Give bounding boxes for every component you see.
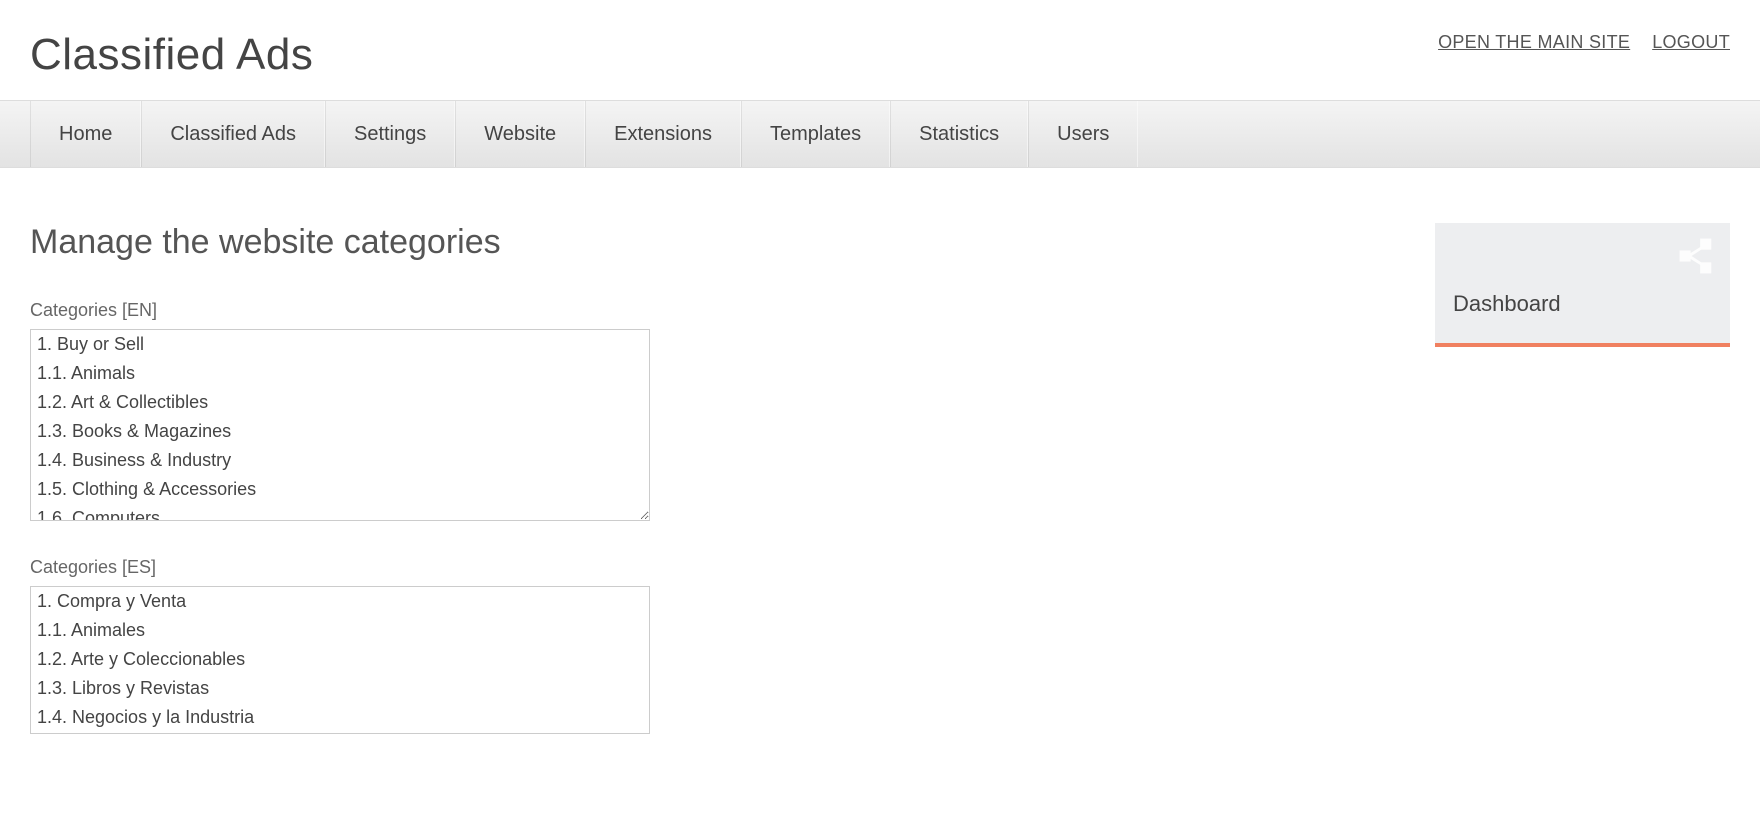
list-item[interactable]: 1.3. Libros y Revistas <box>31 674 649 703</box>
categories-en-label: Categories [EN] <box>30 300 1395 321</box>
top-bar: Classified Ads OPEN THE MAIN SITE LOGOUT <box>0 0 1760 100</box>
nav-website[interactable]: Website <box>455 101 585 167</box>
list-item[interactable]: 1.4. Negocios y la Industria <box>31 703 649 732</box>
logout-link[interactable]: LOGOUT <box>1652 32 1730 53</box>
nav-statistics[interactable]: Statistics <box>890 101 1028 167</box>
categories-es-listbox[interactable]: 1. Compra y Venta 1.1. Animales 1.2. Art… <box>30 586 650 734</box>
nav-home[interactable]: Home <box>30 101 141 167</box>
list-item[interactable]: 1.6. Computers <box>31 504 649 521</box>
top-links: OPEN THE MAIN SITE LOGOUT <box>1438 32 1730 53</box>
page-title: Manage the website categories <box>30 223 1395 262</box>
list-item[interactable]: 1.5. Clothing & Accessories <box>31 475 649 504</box>
categories-es-label: Categories [ES] <box>30 557 1395 578</box>
list-item[interactable]: 1.4. Business & Industry <box>31 446 649 475</box>
list-item[interactable]: 1.1. Animals <box>31 359 649 388</box>
open-main-site-link[interactable]: OPEN THE MAIN SITE <box>1438 32 1630 53</box>
side-column: Dashboard <box>1435 223 1730 347</box>
categories-en-listbox[interactable]: 1. Buy or Sell 1.1. Animals 1.2. Art & C… <box>30 329 650 521</box>
dashboard-title: Dashboard <box>1453 291 1712 317</box>
list-item[interactable]: 1.2. Art & Collectibles <box>31 388 649 417</box>
nav-users[interactable]: Users <box>1028 101 1138 167</box>
categories-es-wrap: 1. Compra y Venta 1.1. Animales 1.2. Art… <box>30 586 650 734</box>
dashboard-card[interactable]: Dashboard <box>1435 223 1730 347</box>
main-column: Manage the website categories Categories… <box>30 223 1395 734</box>
list-item[interactable]: 1.3. Books & Magazines <box>31 417 649 446</box>
list-item[interactable]: 1.2. Arte y Coleccionables <box>31 645 649 674</box>
nav-settings[interactable]: Settings <box>325 101 455 167</box>
list-item[interactable]: 1. Compra y Venta <box>31 587 649 616</box>
list-item[interactable]: 1.1. Animales <box>31 616 649 645</box>
nav-templates[interactable]: Templates <box>741 101 890 167</box>
list-item[interactable]: 1. Buy or Sell <box>31 330 649 359</box>
nav-classified-ads[interactable]: Classified Ads <box>141 101 325 167</box>
main-nav: Home Classified Ads Settings Website Ext… <box>0 100 1760 168</box>
categories-en-wrap: 1. Buy or Sell 1.1. Animals 1.2. Art & C… <box>30 329 650 521</box>
content: Manage the website categories Categories… <box>0 168 1760 764</box>
nav-extensions[interactable]: Extensions <box>585 101 741 167</box>
site-logo: Classified Ads <box>30 30 313 80</box>
share-icon <box>1678 237 1716 275</box>
